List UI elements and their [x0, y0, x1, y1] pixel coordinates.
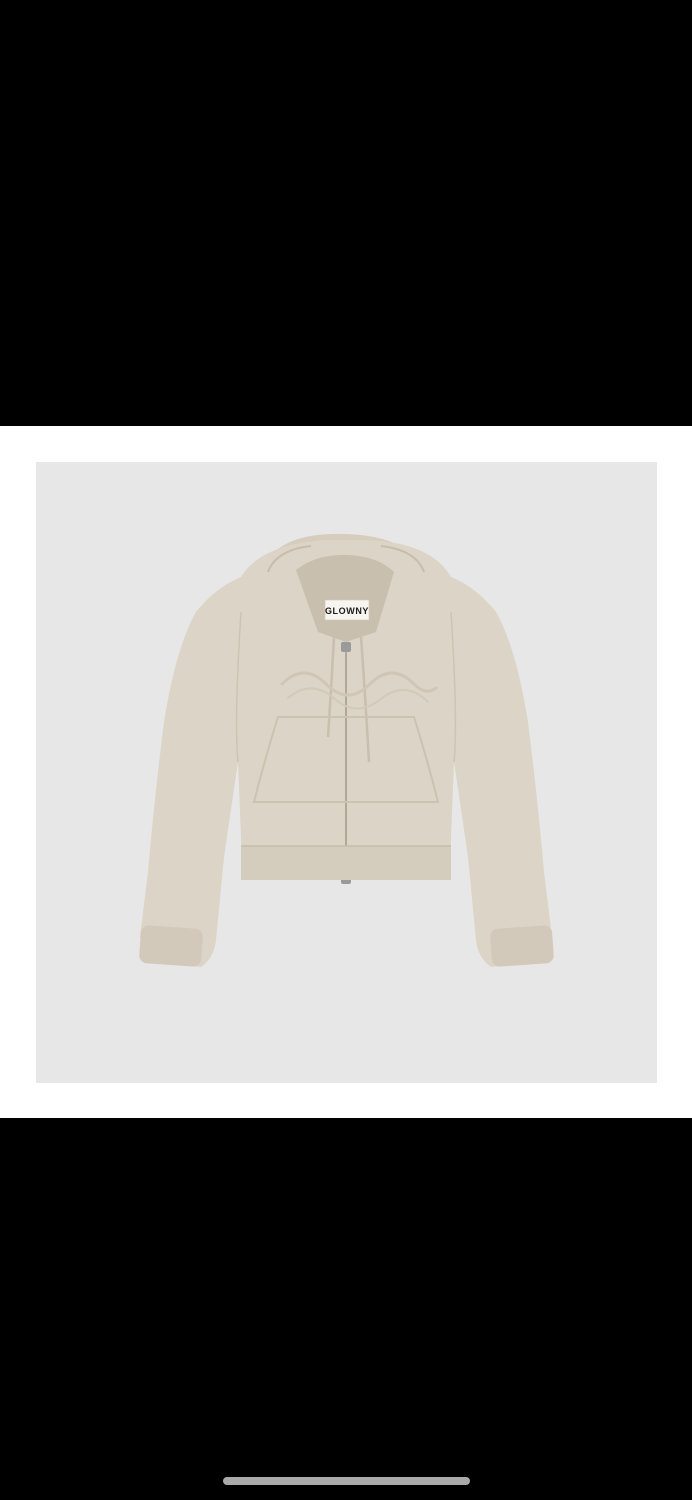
viewer-background-top [0, 0, 692, 426]
brand-label-text: GLOWNY [325, 606, 369, 616]
viewer-background-bottom [0, 1118, 692, 1500]
home-indicator[interactable] [223, 1477, 470, 1485]
product-photo[interactable]: GLOWNY [36, 462, 657, 1083]
